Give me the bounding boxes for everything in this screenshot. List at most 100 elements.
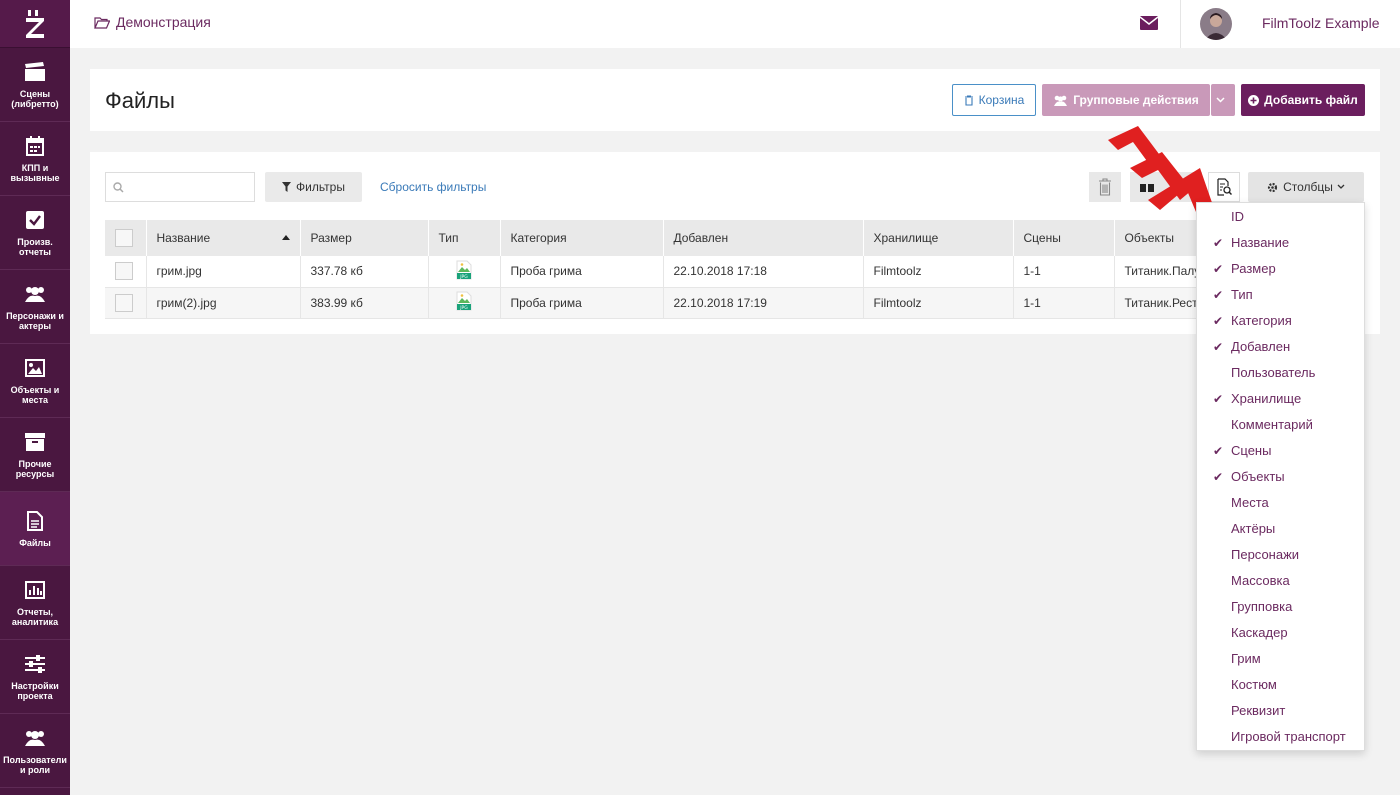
- columns-menu-item[interactable]: ✔ Добавлен: [1197, 334, 1364, 360]
- sidebar-item-label: Настройки проекта: [11, 680, 59, 701]
- add-file-button[interactable]: Добавить файл: [1241, 84, 1365, 116]
- plus-circle-icon: [1248, 94, 1260, 106]
- column-header-name[interactable]: Название: [146, 220, 301, 256]
- columns-menu-item[interactable]: Персонажи: [1197, 542, 1364, 568]
- sidebar-item-7[interactable]: Файлы: [0, 492, 70, 566]
- reset-filters-link[interactable]: Сбросить фильтры: [380, 180, 486, 194]
- columns-menu-item[interactable]: ✔ Название: [1197, 230, 1364, 256]
- sidebar-item-label: КПП и вызывные: [10, 162, 60, 183]
- columns-menu-item[interactable]: Реквизит: [1197, 698, 1364, 724]
- columns-menu-item-label: Хранилище: [1231, 391, 1302, 406]
- sidebar-item-4[interactable]: Персонажи и актеры: [0, 270, 70, 344]
- sidebar-item-2[interactable]: КПП и вызывные: [0, 122, 70, 196]
- sidebar-item-label: Пользователи и роли: [3, 754, 67, 775]
- check-icon: ✔: [1213, 288, 1224, 302]
- columns-menu-item[interactable]: Грим: [1197, 646, 1364, 672]
- columns-menu-item-label: Актёры: [1231, 521, 1276, 536]
- sidebar-item-3[interactable]: Произв. отчеты: [0, 196, 70, 270]
- select-all-checkbox[interactable]: [115, 229, 133, 247]
- columns-menu-item[interactable]: Места: [1197, 490, 1364, 516]
- column-header-type[interactable]: Тип: [428, 220, 501, 256]
- row-checkbox[interactable]: [115, 293, 133, 312]
- sidebar-item-label: Файлы: [19, 537, 51, 548]
- calendar-icon: [24, 135, 46, 157]
- columns-menu-item-label: Название: [1231, 235, 1290, 250]
- columns-menu-item[interactable]: ID: [1197, 204, 1364, 230]
- sidebar-item-5[interactable]: Объекты и места: [0, 344, 70, 418]
- columns-menu-item[interactable]: Массовка: [1197, 568, 1364, 594]
- columns-button[interactable]: Столбцы: [1248, 172, 1364, 202]
- columns-menu-item[interactable]: Групповка: [1197, 594, 1364, 620]
- group-actions-dropdown-toggle[interactable]: [1211, 84, 1235, 116]
- columns-menu-item[interactable]: ✔ Тип: [1197, 282, 1364, 308]
- columns-menu-item[interactable]: ✔ Объекты: [1197, 464, 1364, 490]
- columns-menu-item-label: ID: [1231, 209, 1244, 224]
- cell-storage: Filmtoolz: [863, 287, 1014, 319]
- column-header-category[interactable]: Категория: [500, 220, 664, 256]
- cell-type: JPG: [428, 287, 501, 319]
- table-row[interactable]: грим.jpg 337.78 кб JPG Проба грима 22.10.201…: [105, 256, 1281, 288]
- columns-menu-item[interactable]: Комментарий: [1197, 412, 1364, 438]
- logo[interactable]: [0, 0, 70, 48]
- row-checkbox[interactable]: [115, 262, 133, 281]
- row-select-cell[interactable]: [105, 256, 147, 288]
- header-select-all[interactable]: [105, 220, 147, 256]
- columns-menu-item[interactable]: Каскадер: [1197, 620, 1364, 646]
- columns-menu-item-label: Комментарий: [1231, 417, 1313, 432]
- mail-button[interactable]: [1139, 16, 1159, 33]
- cell-added: 22.10.2018 17:19: [663, 287, 864, 319]
- jpg-file-icon: JPG: [456, 260, 472, 283]
- columns-menu-item-label: Реквизит: [1231, 703, 1286, 718]
- breadcrumb[interactable]: Демонстрация: [94, 14, 211, 30]
- columns-menu-item-label: Размер: [1231, 261, 1276, 276]
- columns-menu-item-label: Групповка: [1231, 599, 1293, 614]
- column-header-size[interactable]: Размер: [300, 220, 429, 256]
- column-header-added[interactable]: Добавлен: [663, 220, 864, 256]
- top-bar: Демонстрация FilmToolz Example: [70, 0, 1400, 48]
- trash-button[interactable]: Корзина: [952, 84, 1036, 116]
- divider: [1180, 0, 1181, 48]
- svg-text:JPG: JPG: [459, 274, 468, 280]
- columns-menu-item-label: Места: [1231, 495, 1269, 510]
- sidebar-item-6[interactable]: Прочие ресурсы: [0, 418, 70, 492]
- columns-menu-item[interactable]: ✔ Категория: [1197, 308, 1364, 334]
- sliders-icon: [24, 653, 46, 675]
- cell-category: Проба грима: [500, 256, 664, 288]
- columns-menu-item[interactable]: Пользователь: [1197, 360, 1364, 386]
- image-icon: [24, 357, 46, 379]
- column-header-storage[interactable]: Хранилище: [863, 220, 1014, 256]
- columns-menu-item-label: Пользователь: [1231, 365, 1316, 380]
- row-select-cell[interactable]: [105, 287, 147, 319]
- add-file-label: Добавить файл: [1264, 93, 1358, 107]
- search-input[interactable]: [105, 172, 255, 202]
- columns-menu-item-label: Добавлен: [1231, 339, 1291, 354]
- columns-dropdown-menu: ID ✔ Название ✔ Размер ✔ Тип ✔ Категория ✔ Добавле…: [1196, 202, 1365, 751]
- sidebar-item-label: Сцены (либретто): [11, 88, 59, 109]
- columns-menu-item[interactable]: ✔ Сцены: [1197, 438, 1364, 464]
- users-icon: [24, 283, 46, 305]
- columns-menu-item-label: Категория: [1231, 313, 1292, 328]
- users-icon: [24, 727, 46, 749]
- columns-menu-item[interactable]: ✔ Хранилище: [1197, 386, 1364, 412]
- avatar[interactable]: [1200, 8, 1232, 40]
- column-header-scenes[interactable]: Сцены: [1013, 220, 1115, 256]
- sidebar-item-9[interactable]: Настройки проекта: [0, 640, 70, 714]
- chart-icon: [24, 579, 46, 601]
- sidebar-item-label: Прочие ресурсы: [15, 458, 55, 479]
- columns-menu-item-label: Объекты: [1231, 469, 1285, 484]
- filters-button[interactable]: Фильтры: [265, 172, 362, 202]
- columns-menu-item[interactable]: Костюм: [1197, 672, 1364, 698]
- columns-menu-item-label: Персонажи: [1231, 547, 1300, 562]
- columns-menu-item[interactable]: Игровой транспорт: [1197, 724, 1364, 750]
- group-actions-button[interactable]: Групповые действия: [1042, 84, 1210, 116]
- cell-name[interactable]: грим.jpg: [146, 256, 301, 288]
- sidebar-item-8[interactable]: Отчеты, аналитика: [0, 566, 70, 640]
- username[interactable]: FilmToolz Example: [1262, 15, 1379, 31]
- columns-menu-item[interactable]: ✔ Размер: [1197, 256, 1364, 282]
- table-row[interactable]: грим(2).jpg 383.99 кб JPG Проба грима 22.10.…: [105, 287, 1281, 319]
- columns-menu-item[interactable]: Актёры: [1197, 516, 1364, 542]
- cell-name[interactable]: грим(2).jpg: [146, 287, 301, 319]
- sidebar-item-10[interactable]: Пользователи и роли: [0, 714, 70, 788]
- columns-menu-item-label: Тип: [1231, 287, 1253, 302]
- sidebar-item-1[interactable]: Сцены (либретто): [0, 48, 70, 122]
